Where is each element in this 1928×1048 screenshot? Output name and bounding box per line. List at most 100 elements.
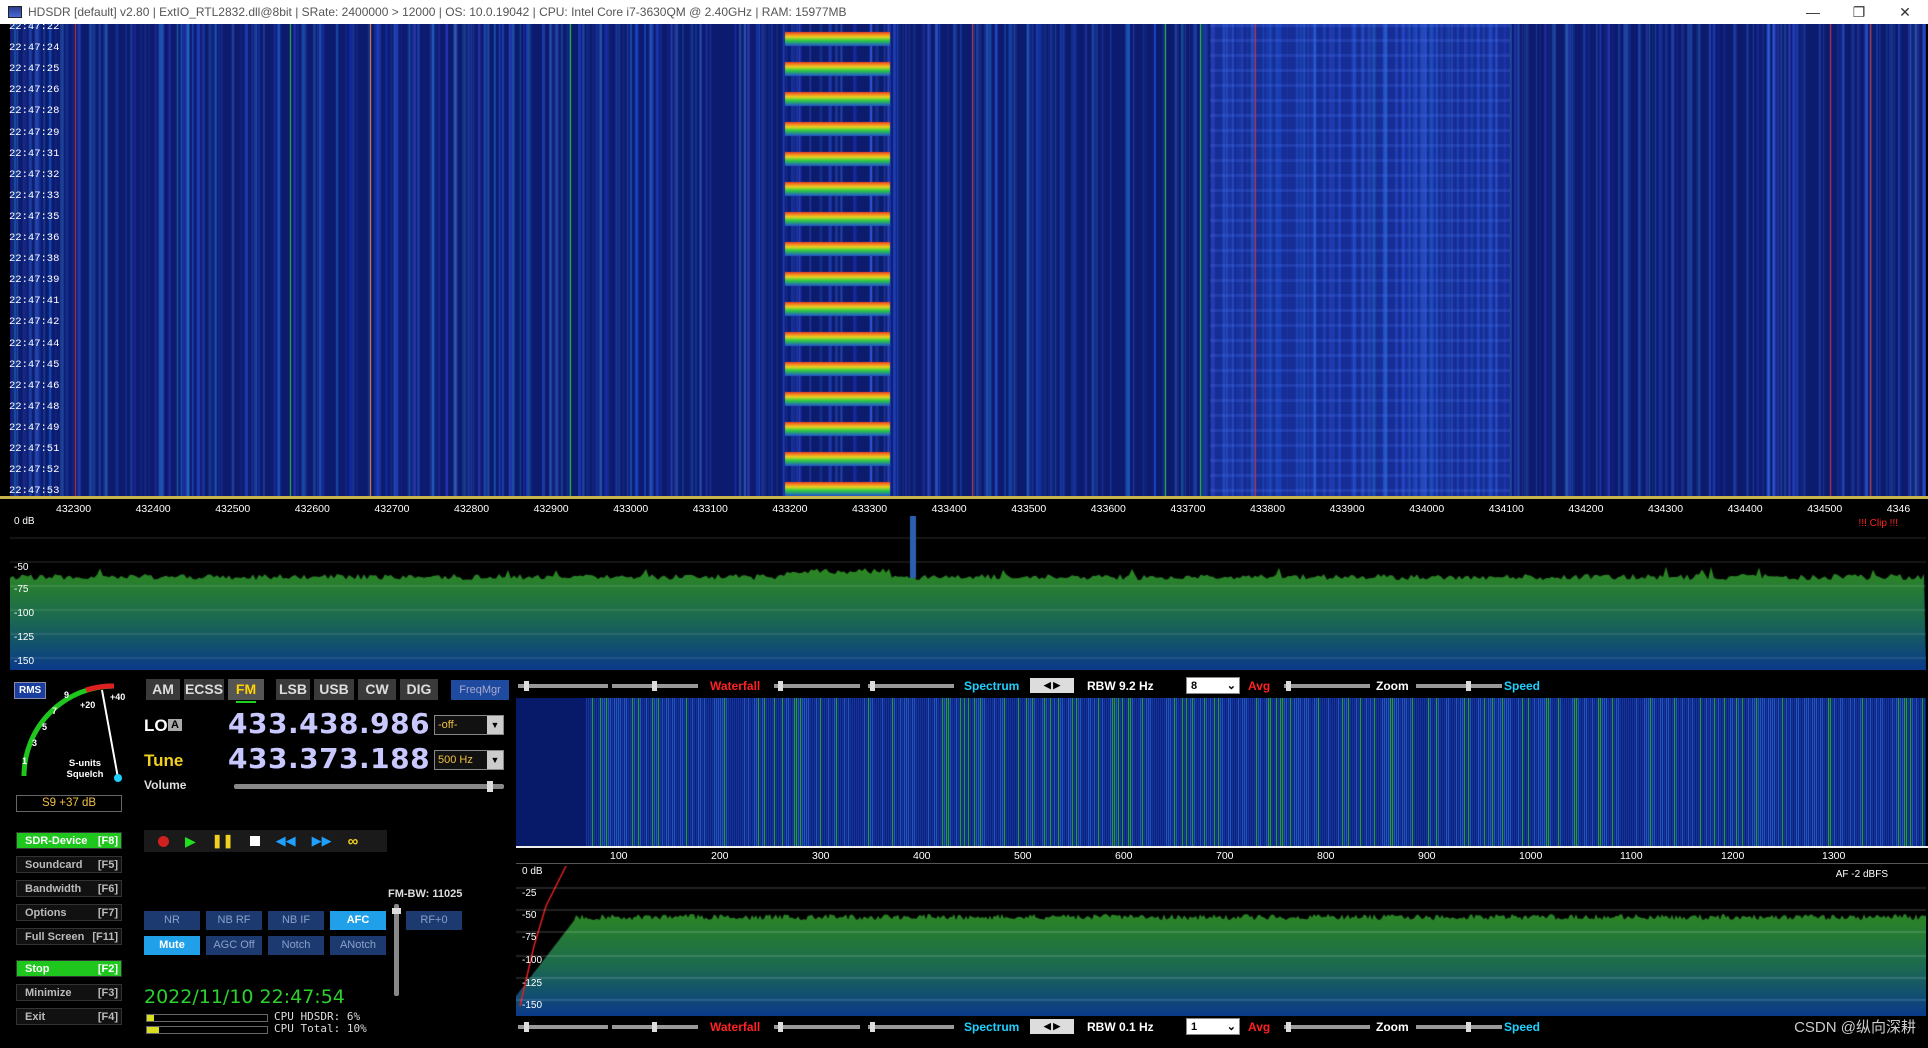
fn-button-minimize[interactable]: Minimize [F3] <box>16 984 122 1001</box>
mode-cw[interactable]: CW <box>358 679 396 700</box>
waterfall-slider-2[interactable] <box>612 1022 698 1032</box>
dsp-notch[interactable]: Notch <box>268 936 324 955</box>
freqmgr-button[interactable]: FreqMgr <box>451 680 509 700</box>
fn-button-soundcard[interactable]: Soundcard [F5] <box>16 856 122 873</box>
af-tick-label: 1000 <box>1519 850 1543 862</box>
zoom-label: Zoom <box>1376 679 1409 693</box>
fn-button-exit[interactable]: Exit [F4] <box>16 1008 122 1025</box>
time-label: 22:47:48 <box>9 400 60 413</box>
avg-select[interactable]: 8 ⌄ <box>1186 677 1240 694</box>
mode-ecss[interactable]: ECSS <box>184 679 224 700</box>
freq-tick-label: 433200 <box>772 503 808 515</box>
db-label: 0 dB <box>14 516 35 527</box>
fn-button-label: Minimize <box>25 986 72 999</box>
freq-tick-label: 432500 <box>215 503 251 515</box>
pause-icon[interactable]: ❚❚ <box>212 833 234 849</box>
restore-icon[interactable]: ❐ <box>1836 0 1882 24</box>
fn-button-options[interactable]: Options [F7] <box>16 904 122 921</box>
freq-tick-label: 432600 <box>294 503 330 515</box>
tune-frequency[interactable]: 433.373.188 <box>228 742 430 775</box>
fn-button-bandwidth[interactable]: Bandwidth [F6] <box>16 880 122 897</box>
dsp-agc-off[interactable]: AGC Off <box>206 936 262 955</box>
lo-frequency[interactable]: 433.438.986 <box>228 707 430 740</box>
waterfall-slider-2[interactable] <box>612 681 698 691</box>
af-db-label: -75 <box>522 932 537 943</box>
zoom-slider-1[interactable] <box>1284 1022 1370 1032</box>
spectrum-arrows[interactable]: ◀ ▶ <box>1030 678 1074 693</box>
fn-button-label: Stop <box>25 962 50 975</box>
time-label: 22:47:49 <box>9 421 60 434</box>
spectrum-slider-1[interactable] <box>868 681 954 691</box>
dsp-anotch[interactable]: ANotch <box>330 936 386 955</box>
squelch-label[interactable]: Squelch <box>60 769 110 780</box>
freq-tick-label: 433400 <box>931 503 967 515</box>
rf-spectrum[interactable] <box>10 516 1926 670</box>
avg-select-value: 8 <box>1191 680 1198 692</box>
freq-tick-label: 434200 <box>1568 503 1604 515</box>
af-spectrum[interactable] <box>516 866 1926 1016</box>
time-label: 22:47:32 <box>9 168 60 181</box>
dsp-afc[interactable]: AFC <box>330 911 386 930</box>
mode-fm[interactable]: FM <box>228 679 264 700</box>
time-label: 22:47:36 <box>9 232 60 244</box>
fn-button-key: [F11] <box>92 930 118 943</box>
fn-button-sdr-device[interactable]: SDR-Device [F8] <box>16 832 122 849</box>
lo-a-badge[interactable]: A <box>168 719 182 731</box>
dsp-nb-rf[interactable]: NB RF <box>206 911 262 930</box>
volume-slider[interactable] <box>234 781 504 792</box>
close-icon[interactable]: ✕ <box>1882 0 1928 24</box>
fn-button-stop[interactable]: Stop [F2] <box>16 960 122 977</box>
mode-dig[interactable]: DIG <box>400 679 438 700</box>
s-meter-tick: +40 <box>110 692 126 702</box>
cpu-total-text: CPU Total: 10% <box>274 1022 367 1035</box>
s-units-label: S-units <box>68 758 102 769</box>
speed-slider[interactable] <box>1416 1022 1502 1032</box>
mode-lsb[interactable]: LSB <box>276 679 310 700</box>
zoom-slider-1[interactable] <box>1284 681 1370 691</box>
dsp-rf-0[interactable]: RF+0 <box>406 911 462 930</box>
db-label: -50 <box>14 562 29 573</box>
watermark: CSDN @纵向深耕 <box>1794 1019 1916 1036</box>
dsp-nr[interactable]: NR <box>144 911 200 930</box>
fm-bw-slider[interactable] <box>392 904 401 996</box>
tune-select[interactable]: 500 Hz ▼ <box>434 750 504 770</box>
waterfall-slider-3[interactable] <box>774 1022 860 1032</box>
spectrum-slider-1[interactable] <box>868 1022 954 1032</box>
rms-button[interactable]: RMS <box>14 682 47 699</box>
af-waterfall[interactable] <box>516 698 1926 846</box>
dsp-nb-if[interactable]: NB IF <box>268 911 324 930</box>
af-level: AF -2 dBFS <box>1835 869 1888 880</box>
cpu-hdsdr-bar <box>146 1014 268 1022</box>
fm-bw-slider-thumb[interactable] <box>392 908 401 914</box>
af-tick-label: 1100 <box>1620 850 1643 862</box>
play-icon[interactable]: ▶ <box>185 833 196 850</box>
rewind-icon[interactable]: ◀◀ <box>276 833 296 849</box>
spectrum-arrows[interactable]: ◀ ▶ <box>1030 1019 1074 1034</box>
lo-select[interactable]: -off- ▼ <box>434 715 504 735</box>
fn-button-full-screen[interactable]: Full Screen [F11] <box>16 928 122 945</box>
spectrum-label: Spectrum <box>964 679 1020 693</box>
lo-select-value: -off- <box>438 719 458 731</box>
stop-icon[interactable] <box>249 836 260 846</box>
minimize-icon[interactable]: — <box>1790 0 1836 24</box>
db-label: -75 <box>14 584 29 595</box>
af-frequency-scale[interactable]: 100 200 300 400 500 600 700 800 900 1000 1100 1200 1… <box>516 846 1928 864</box>
avg-select[interactable]: 1 ⌄ <box>1186 1018 1240 1035</box>
volume-slider-thumb[interactable] <box>487 781 494 792</box>
record-icon[interactable] <box>158 835 169 847</box>
fast-forward-icon[interactable]: ▶▶ <box>312 833 332 849</box>
loop-icon[interactable]: ∞ <box>348 833 359 850</box>
frequency-scale[interactable]: 432300 432400 432500 432600 432700 432800 4329… <box>0 496 1928 516</box>
mode-usb[interactable]: USB <box>314 679 354 700</box>
mode-am[interactable]: AM <box>146 679 180 700</box>
freq-tick-label: 434300 <box>1648 503 1684 515</box>
dsp-mute[interactable]: Mute <box>144 936 200 955</box>
waterfall-slider-1[interactable] <box>518 681 608 691</box>
lo-label: LO <box>144 716 168 735</box>
waterfall-slider-3[interactable] <box>774 681 860 691</box>
speed-slider[interactable] <box>1416 681 1502 691</box>
af-db-label: -150 <box>522 1000 543 1011</box>
waterfall-slider-1[interactable] <box>518 1022 608 1032</box>
af-tick-label: 1200 <box>1721 850 1745 862</box>
rf-waterfall[interactable] <box>10 24 1926 496</box>
